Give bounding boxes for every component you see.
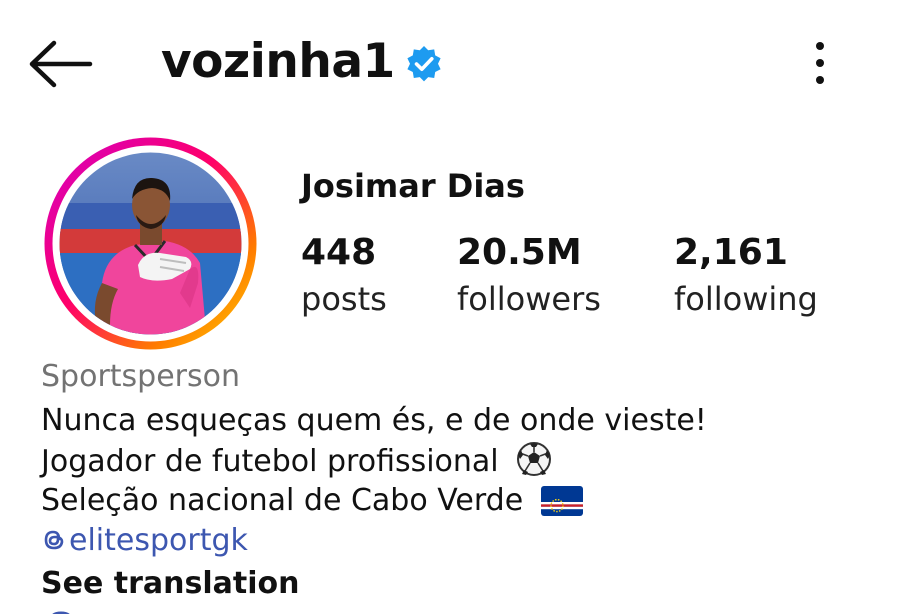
profile-category: Sportsperson [41, 359, 240, 394]
soccer-ball-icon [517, 442, 552, 476]
cut-off-row [41, 606, 461, 614]
more-vertical-icon [816, 42, 824, 84]
following-label: following [674, 280, 818, 318]
bio-line: Seleção nacional de Cabo Verde [41, 480, 583, 522]
posts-label: posts [301, 280, 387, 318]
bio-line-text: Jogador de futebol profissional [41, 444, 499, 479]
followers-label: followers [457, 280, 601, 318]
bio-line: Nunca esqueças quem és, e de onde vieste… [41, 400, 707, 442]
posts-count[interactable]: 448 posts [301, 230, 387, 322]
threads-profile-link[interactable]: elitesportgk [41, 520, 248, 562]
profile-username: vozinha1 [161, 34, 395, 89]
bio-line-text: Nunca esqueças quem és, e de onde vieste… [41, 403, 707, 438]
threads-icon [44, 530, 64, 550]
bio-line: Jogador de futebol profissional [41, 441, 552, 483]
following-count[interactable]: 2,161 following [674, 230, 818, 322]
profile-full-name: Josimar Dias [301, 167, 525, 205]
verified-badge-icon [407, 46, 441, 82]
arrow-left-icon [29, 40, 93, 88]
followers-value: 20.5M [457, 232, 582, 273]
followers-count[interactable]: 20.5M followers [457, 230, 601, 322]
threads-handle: elitesportgk [69, 523, 248, 558]
back-button[interactable] [28, 38, 94, 90]
posts-value: 448 [301, 232, 377, 273]
bio-line-text: Seleção nacional de Cabo Verde [41, 483, 524, 518]
avatar-photo [44, 137, 257, 350]
see-translation-button[interactable]: See translation [41, 563, 299, 605]
more-options-button[interactable] [805, 38, 835, 88]
profile-screen: vozinha1 Josimar Dias 448 posts 20.5M fo… [0, 0, 900, 614]
profile-avatar[interactable] [40, 133, 261, 354]
cabo-verde-flag-icon [540, 486, 583, 516]
following-value: 2,161 [674, 232, 788, 273]
